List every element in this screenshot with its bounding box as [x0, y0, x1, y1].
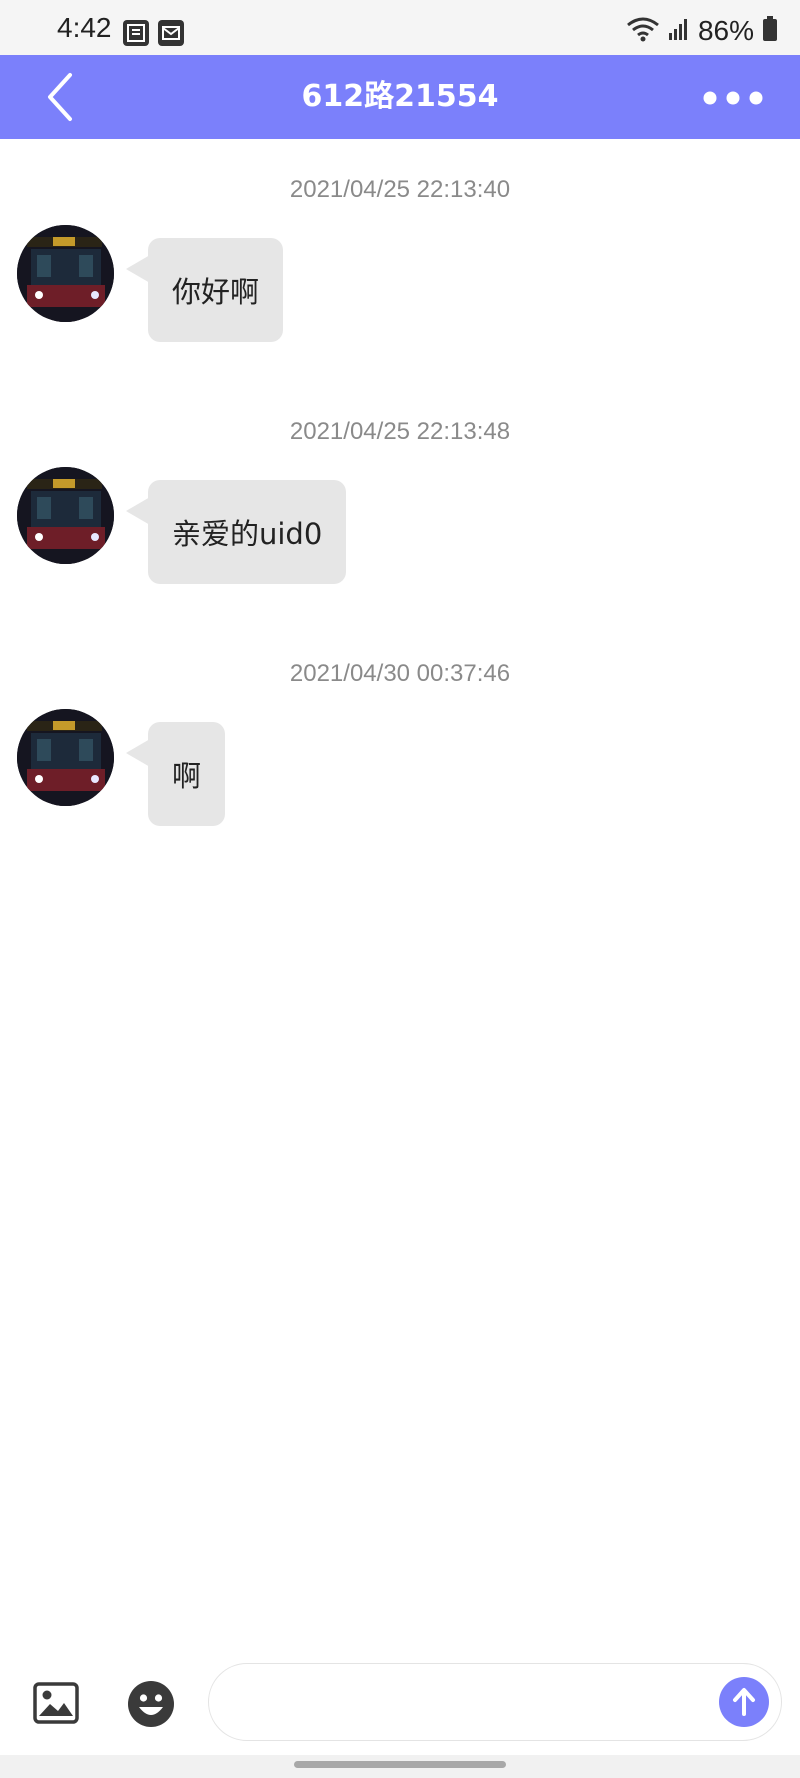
bubble-tail	[126, 497, 150, 525]
arrow-up-icon	[733, 1688, 755, 1716]
message-timestamp: 2021/04/25 22:13:40	[289, 176, 511, 203]
message-bubble[interactable]: 亲爱的uid0	[148, 480, 347, 584]
status-time: 4:42	[57, 12, 112, 43]
send-button[interactable]	[719, 1677, 769, 1727]
wifi-icon	[626, 16, 660, 46]
message-bubble[interactable]: 你好啊	[148, 238, 284, 342]
avatar[interactable]	[17, 709, 114, 806]
image-button[interactable]	[33, 1682, 79, 1724]
message-bubble[interactable]: 啊	[148, 722, 226, 826]
signal-icon	[668, 17, 690, 45]
system-nav-bar	[0, 1755, 800, 1778]
avatar[interactable]	[17, 467, 114, 564]
message-timestamp: 2021/04/25 22:13:48	[289, 418, 511, 445]
battery-percent: 86%	[697, 15, 754, 46]
mail-icon	[158, 20, 184, 46]
image-icon	[33, 1682, 79, 1724]
more-dots-icon	[703, 91, 763, 105]
battery-icon	[762, 16, 778, 46]
emoji-icon	[128, 1681, 174, 1727]
input-bar	[0, 1655, 800, 1755]
more-button[interactable]	[702, 81, 764, 115]
message-input[interactable]	[208, 1663, 782, 1741]
chat-header: 612路21554	[0, 55, 800, 139]
home-indicator[interactable]	[294, 1761, 506, 1768]
avatar[interactable]	[17, 225, 114, 322]
message-timestamp: 2021/04/30 00:37:46	[289, 660, 511, 687]
chat-title: 612路21554	[301, 79, 499, 114]
status-bar: 4:42 86%	[0, 0, 800, 55]
bubble-tail	[126, 739, 150, 767]
status-right: 86%	[626, 16, 778, 46]
bubble-tail	[126, 255, 150, 283]
emoji-button[interactable]	[127, 1680, 175, 1728]
note-app-icon	[123, 20, 149, 46]
